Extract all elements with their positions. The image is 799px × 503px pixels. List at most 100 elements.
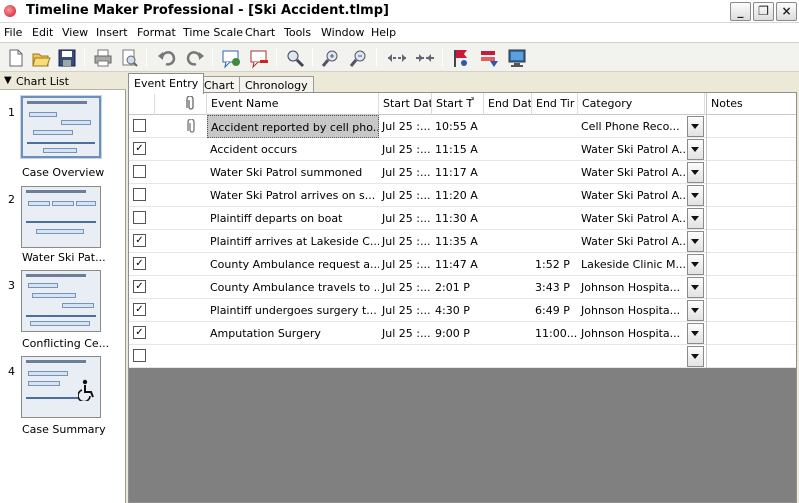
end-date-cell[interactable] <box>484 253 532 276</box>
category-dropdown-button[interactable] <box>687 346 704 367</box>
category-dropdown-button[interactable] <box>687 208 704 229</box>
end-date-cell[interactable] <box>484 161 532 184</box>
menu-edit[interactable]: Edit <box>32 26 53 39</box>
row-checkbox[interactable] <box>133 165 146 178</box>
category-cell[interactable]: Johnson Hospita... <box>578 299 686 322</box>
collapse-triangle-icon[interactable]: ▼ <box>4 75 12 86</box>
table-row[interactable]: ✓ Plaintiff undergoes surgery t... Jul 25 … <box>129 299 796 322</box>
category-column-header[interactable]: Category <box>578 93 705 115</box>
find-icon[interactable] <box>284 47 306 69</box>
notes-cell[interactable] <box>707 230 796 253</box>
redo-icon[interactable] <box>184 47 206 69</box>
start-date-cell[interactable]: Jul 25 :... <box>379 230 432 253</box>
chart-label[interactable]: Conflicting Ce... <box>22 337 109 350</box>
start-time-cell[interactable]: 9:00 P <box>432 322 484 345</box>
end-date-cell[interactable] <box>484 299 532 322</box>
category-cell[interactable]: Water Ski Patrol A... <box>578 230 686 253</box>
print-icon[interactable] <box>92 47 114 69</box>
notes-cell[interactable] <box>707 322 796 345</box>
undo-icon[interactable] <box>156 47 178 69</box>
attachment-paperclip-icon[interactable] <box>187 119 197 133</box>
end-time-cell[interactable] <box>532 161 578 184</box>
menu-time-scale[interactable]: Time Scale <box>183 26 243 39</box>
start-time-column-header[interactable]: Start T ↗ <box>432 93 484 115</box>
event-name-cell[interactable] <box>207 345 379 368</box>
event-name-cell[interactable]: Accident occurs <box>207 138 379 161</box>
end-date-cell[interactable] <box>484 138 532 161</box>
table-row[interactable]: ✓ Accident occurs Jul 25 :... 11:15 A Water … <box>129 138 796 161</box>
notes-column-header[interactable]: Notes <box>706 93 796 115</box>
print-preview-icon[interactable] <box>118 47 140 69</box>
maximize-button[interactable]: ❐ <box>753 2 774 21</box>
event-name-cell[interactable]: Accident reported by cell pho... <box>207 115 379 138</box>
start-date-cell[interactable]: Jul 25 :... <box>379 276 432 299</box>
start-time-cell[interactable]: 10:55 A <box>432 115 484 138</box>
chart-thumbnail-conflicting[interactable] <box>21 270 101 332</box>
notes-cell[interactable] <box>707 115 796 138</box>
table-row[interactable]: Accident reported by cell pho... Jul 25 :… <box>129 115 796 138</box>
end-date-cell[interactable] <box>484 207 532 230</box>
notes-cell[interactable] <box>707 345 796 368</box>
start-date-cell[interactable] <box>379 345 432 368</box>
end-time-cell[interactable]: 11:00... <box>532 322 578 345</box>
monitor-icon[interactable] <box>506 47 528 69</box>
table-row[interactable]: ✓ County Ambulance travels to ... Jul 25 :… <box>129 276 796 299</box>
row-checkbox[interactable]: ✓ <box>133 303 146 316</box>
event-name-cell[interactable]: Amputation Surgery <box>207 322 379 345</box>
category-dropdown-button[interactable] <box>687 231 704 252</box>
attachment-column-header[interactable] <box>155 93 207 115</box>
menu-file[interactable]: File <box>4 26 22 39</box>
table-row[interactable] <box>129 345 796 368</box>
end-time-cell[interactable] <box>532 115 578 138</box>
start-time-cell[interactable]: 2:01 P <box>432 276 484 299</box>
save-icon[interactable] <box>56 47 78 69</box>
end-time-cell[interactable] <box>532 184 578 207</box>
notes-cell[interactable] <box>707 253 796 276</box>
zoom-in-icon[interactable] <box>320 47 342 69</box>
chart-thumbnail-case-summary[interactable] <box>21 356 101 418</box>
row-checkbox[interactable] <box>133 188 146 201</box>
end-date-cell[interactable] <box>484 230 532 253</box>
category-cell[interactable]: Water Ski Patrol A... <box>578 207 686 230</box>
row-checkbox[interactable] <box>133 349 146 362</box>
chart-thumbnail-case-overview[interactable] <box>21 96 101 158</box>
event-name-cell[interactable]: County Ambulance travels to ... <box>207 276 379 299</box>
start-date-cell[interactable]: Jul 25 :... <box>379 322 432 345</box>
table-row[interactable]: Plaintiff departs on boat Jul 25 :... 11:3… <box>129 207 796 230</box>
menu-format[interactable]: Format <box>137 26 176 39</box>
category-cell[interactable]: Johnson Hospita... <box>578 276 686 299</box>
category-dropdown-button[interactable] <box>687 254 704 275</box>
tab-chart[interactable]: Chart <box>198 76 241 93</box>
event-name-column-header[interactable]: Event Name <box>207 93 379 115</box>
notes-cell[interactable] <box>707 276 796 299</box>
end-time-cell[interactable] <box>532 207 578 230</box>
end-time-cell[interactable] <box>532 138 578 161</box>
category-dropdown-button[interactable] <box>687 300 704 321</box>
row-checkbox[interactable]: ✓ <box>133 234 146 247</box>
delete-event-icon[interactable] <box>248 47 270 69</box>
end-date-cell[interactable] <box>484 345 532 368</box>
minimize-button[interactable]: _ <box>730 2 751 21</box>
event-name-cell[interactable]: Plaintiff arrives at Lakeside C... <box>207 230 379 253</box>
row-checkbox[interactable] <box>133 119 146 132</box>
chart-label[interactable]: Case Summary <box>22 423 106 436</box>
open-icon[interactable] <box>30 47 52 69</box>
category-dropdown-button[interactable] <box>687 139 704 160</box>
start-time-cell[interactable]: 11:20 A <box>432 184 484 207</box>
end-time-cell[interactable]: 3:43 P <box>532 276 578 299</box>
chart-label[interactable]: Water Ski Pat... <box>22 251 106 264</box>
table-row[interactable]: ✓ Amputation Surgery Jul 25 :... 9:00 P 11:0… <box>129 322 796 345</box>
notes-cell[interactable] <box>707 161 796 184</box>
category-dropdown-button[interactable] <box>687 162 704 183</box>
start-time-cell[interactable]: 11:17 A <box>432 161 484 184</box>
row-checkbox[interactable]: ✓ <box>133 257 146 270</box>
end-time-cell[interactable]: 1:52 P <box>532 253 578 276</box>
event-name-cell[interactable]: Water Ski Patrol arrives on s... <box>207 184 379 207</box>
start-time-cell[interactable]: 11:35 A <box>432 230 484 253</box>
end-time-cell[interactable] <box>532 230 578 253</box>
menu-chart[interactable]: Chart <box>245 26 275 39</box>
zoom-out-icon[interactable] <box>348 47 370 69</box>
start-time-cell[interactable]: 11:47 A <box>432 253 484 276</box>
table-row[interactable]: ✓ County Ambulance request a... Jul 25 :..… <box>129 253 796 276</box>
end-time-cell[interactable]: 6:49 P <box>532 299 578 322</box>
